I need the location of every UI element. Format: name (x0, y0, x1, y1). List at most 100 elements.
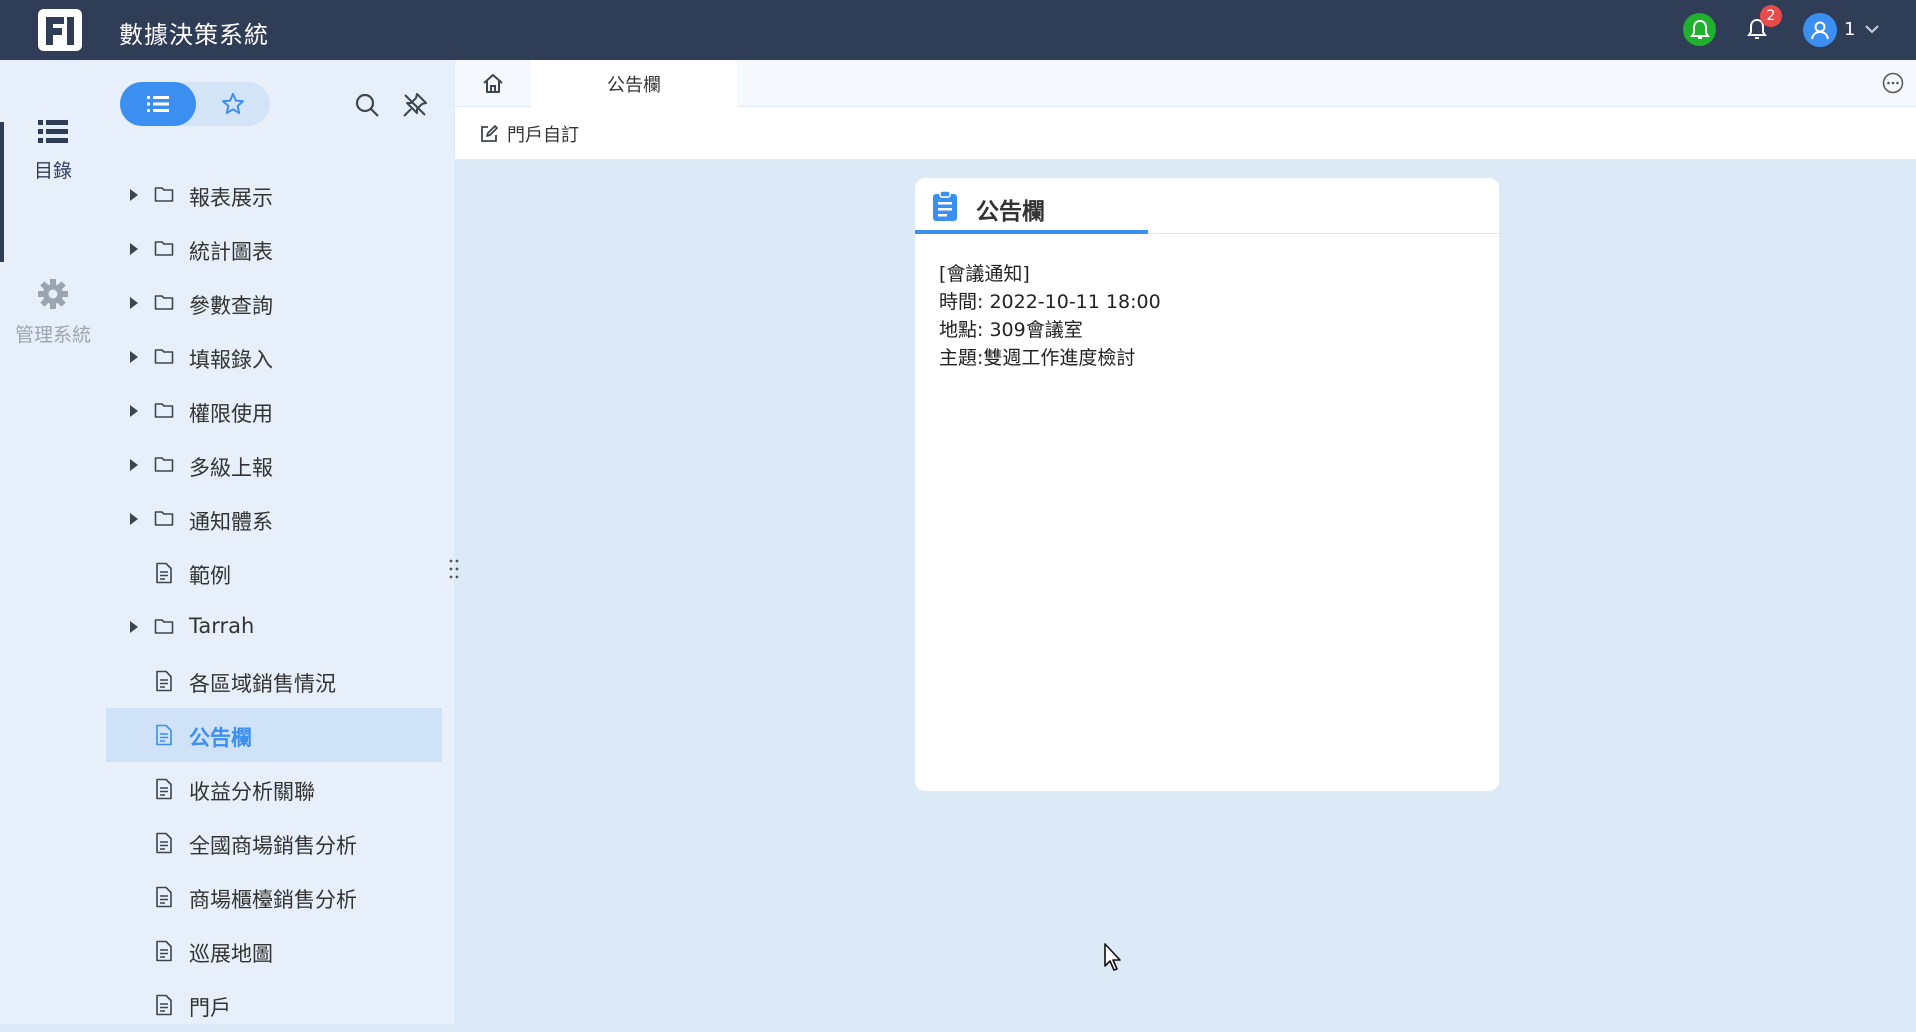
folder-icon (154, 238, 174, 262)
tree-item[interactable]: 收益分析關聯 (106, 762, 442, 816)
card-body: [會議通知] 時間: 2022-10-11 18:00 地點: 309會議室 主… (939, 260, 1161, 372)
user-name[interactable]: 1 (1844, 19, 1855, 40)
expand-caret-icon[interactable] (130, 621, 138, 633)
card-title-underline (915, 230, 1148, 234)
pin-icon[interactable] (402, 92, 428, 118)
list-icon (147, 96, 169, 112)
portal-customize-button[interactable]: 門戶自訂 (479, 121, 579, 147)
list-icon (38, 120, 68, 143)
chevron-down-icon[interactable] (1863, 20, 1881, 38)
tree-item-label: 通知體系 (189, 510, 273, 534)
tree-item-label: 收益分析關聯 (189, 780, 315, 804)
top-header: 數據決策系統 2 1 (0, 0, 1916, 60)
tree-item[interactable]: 商場櫃檯銷售分析 (106, 870, 442, 924)
rail-item-catalog[interactable]: 目錄 (0, 118, 106, 183)
expand-caret-icon[interactable] (130, 243, 138, 255)
tree-item-label: 巡展地圖 (189, 942, 273, 966)
tree-item[interactable]: 公告欄 (106, 708, 442, 762)
directory-tree: 報表展示統計圖表參數查詢填報錄入權限使用多級上報通知體系範例 Tarrah 各區域銷… (106, 168, 442, 1032)
expand-caret-icon[interactable] (130, 297, 138, 309)
folder-icon (154, 346, 174, 370)
tree-item[interactable]: 範例 (106, 546, 442, 600)
star-icon (222, 93, 244, 114)
tree-item-label: 報表展示 (189, 186, 273, 210)
file-icon (154, 832, 174, 858)
file-icon (154, 886, 174, 912)
tab-bulletin[interactable]: 公告欄 (531, 60, 737, 107)
home-tab[interactable] (455, 60, 531, 106)
expand-caret-icon[interactable] (130, 459, 138, 471)
favorites-button[interactable] (196, 82, 270, 126)
notification-badge: 2 (1760, 5, 1782, 27)
user-avatar-icon[interactable] (1803, 13, 1837, 47)
notice-line: 主題:雙週工作進度檢討 (939, 347, 1136, 369)
folder-icon (154, 454, 174, 478)
tree-item-label: 統計圖表 (189, 240, 273, 264)
directory-panel: 報表展示統計圖表參數查詢填報錄入權限使用多級上報通知體系範例 Tarrah 各區域銷… (106, 60, 454, 1024)
tree-item-label: 填報錄入 (189, 348, 273, 372)
home-icon (483, 74, 503, 93)
rail-label-admin: 管理系統 (14, 324, 91, 346)
tree-item[interactable]: 各區域銷售情況 (106, 654, 442, 708)
tree-item-label: 公告欄 (189, 726, 252, 750)
file-icon (154, 994, 174, 1020)
portal-customize-label: 門戶自訂 (507, 125, 579, 146)
tab-bar: 公告欄 (455, 60, 1916, 107)
tree-item[interactable]: 統計圖表 (106, 222, 442, 276)
tree-item[interactable]: Tarrah (106, 600, 442, 654)
tree-item-label: 各區域銷售情況 (189, 672, 336, 696)
search-icon[interactable] (354, 92, 380, 118)
file-icon (154, 940, 174, 966)
gear-icon (38, 279, 68, 309)
document-icon (933, 190, 957, 221)
tree-item[interactable]: 參數查詢 (106, 276, 442, 330)
app-logo[interactable] (38, 9, 82, 51)
file-icon (154, 724, 174, 750)
tree-item-label: 多級上報 (189, 456, 273, 480)
rail-item-admin[interactable]: 管理系統 (0, 278, 106, 347)
edit-icon (481, 125, 498, 142)
green-bell-icon[interactable] (1683, 13, 1716, 46)
folder-icon (154, 400, 174, 424)
file-icon (154, 562, 174, 588)
tree-item[interactable]: 巡展地圖 (106, 924, 442, 978)
folder-icon (154, 508, 174, 532)
more-options-icon[interactable] (1882, 72, 1904, 94)
file-icon (154, 778, 174, 804)
notice-line: 地點: 309會議室 (939, 319, 1083, 341)
expand-caret-icon[interactable] (130, 189, 138, 201)
file-icon (154, 670, 174, 696)
tree-item[interactable]: 填報錄入 (106, 330, 442, 384)
tree-item-label: 全國商場銷售分析 (189, 834, 357, 858)
tree-item[interactable]: 報表展示 (106, 168, 442, 222)
tree-item-label: Tarrah (189, 614, 255, 638)
tree-item-label: 門戶 (189, 996, 231, 1020)
resize-handle-icon[interactable] (448, 557, 460, 581)
rail-label-catalog: 目錄 (33, 160, 72, 182)
notice-line: [會議通知] (939, 263, 1030, 285)
view-toggle (120, 82, 270, 126)
folder-icon (154, 184, 174, 208)
expand-caret-icon[interactable] (130, 513, 138, 525)
folder-icon (154, 616, 174, 640)
card-header: 公告欄 (915, 178, 1499, 234)
card-title: 公告欄 (976, 199, 1045, 225)
tree-item-label: 範例 (189, 564, 231, 588)
notice-line: 時間: 2022-10-11 18:00 (939, 291, 1161, 313)
list-view-button[interactable] (120, 82, 196, 126)
tree-item-label: 權限使用 (189, 402, 273, 426)
folder-icon (154, 292, 174, 316)
app-title: 數據決策系統 (119, 21, 269, 49)
tree-item[interactable]: 多級上報 (106, 438, 442, 492)
tree-item-label: 參數查詢 (189, 294, 273, 318)
nav-rail: 目錄 管理系統 (0, 60, 106, 1024)
expand-caret-icon[interactable] (130, 405, 138, 417)
content-toolbar: 門戶自訂 (455, 107, 1916, 159)
tree-item[interactable]: 全國商場銷售分析 (106, 816, 442, 870)
tree-item[interactable]: 權限使用 (106, 384, 442, 438)
expand-caret-icon[interactable] (130, 351, 138, 363)
tree-item[interactable]: 通知體系 (106, 492, 442, 546)
tree-item-label: 商場櫃檯銷售分析 (189, 888, 357, 912)
bulletin-card: 公告欄 [會議通知] 時間: 2022-10-11 18:00 地點: 309會… (915, 178, 1499, 791)
mouse-cursor-icon (1104, 943, 1121, 971)
